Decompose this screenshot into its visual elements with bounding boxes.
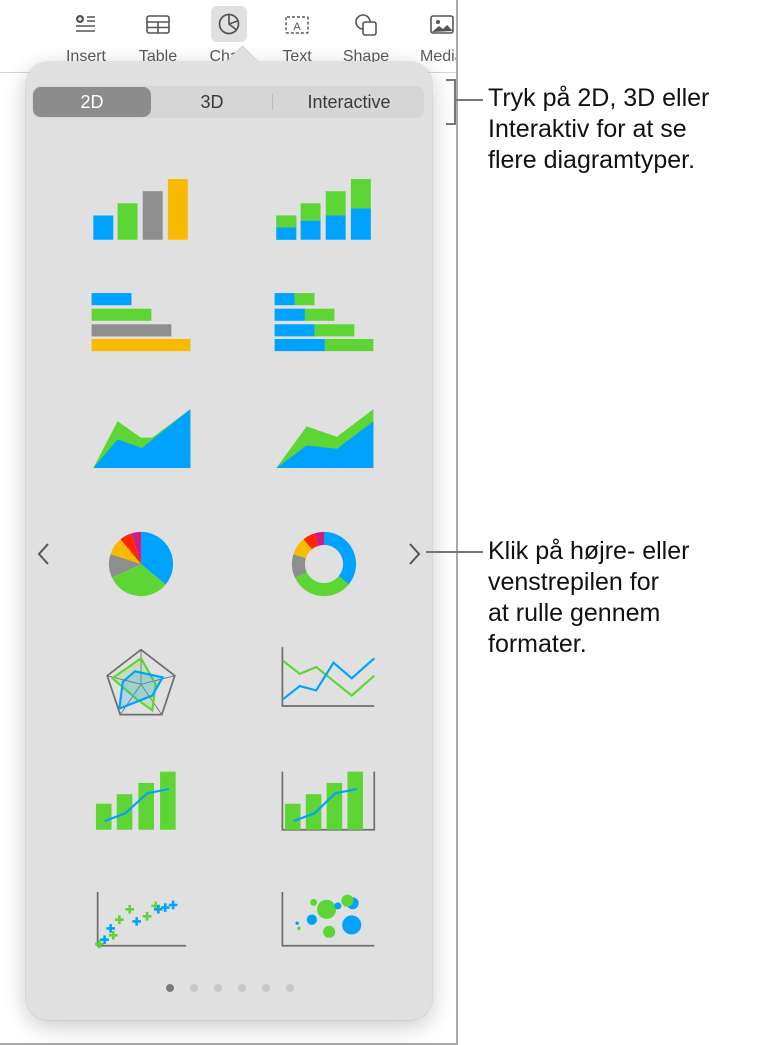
tab-interactive[interactable]: Interactive (274, 86, 424, 118)
column-chart-option[interactable] (76, 162, 206, 262)
shape-icon (348, 10, 384, 40)
radar-chart-option[interactable] (76, 630, 206, 730)
two-axis-chart-option[interactable] (259, 752, 389, 852)
toolbar-text-button[interactable]: A Text (265, 0, 329, 70)
toolbar-media-button[interactable]: Media (412, 0, 456, 70)
scatter-chart-icon (95, 892, 187, 949)
mixed-chart-icon (95, 771, 176, 830)
media-icon (424, 10, 456, 40)
table-icon (140, 10, 176, 40)
stacked-bar-chart-option[interactable] (259, 276, 389, 376)
bubble-chart-icon (281, 892, 375, 947)
mixed-chart-option[interactable] (76, 752, 206, 852)
callout-arrows-line: formater. (488, 630, 587, 658)
chevron-right-icon[interactable] (402, 538, 426, 570)
pie-chart-icon (108, 531, 174, 597)
scatter-chart-option[interactable] (76, 868, 206, 968)
line-chart-icon (281, 647, 375, 707)
donut-chart-icon (291, 531, 357, 597)
callout-bracket (446, 79, 456, 125)
chart-picker-popover: 2D 3D Interactive (26, 45, 432, 1020)
area-chart-icon (93, 409, 191, 468)
toolbar-table-button[interactable]: Table (126, 0, 190, 70)
pie-chart-option[interactable] (76, 514, 206, 614)
segment-separator (272, 94, 273, 110)
bar-chart-option[interactable] (76, 276, 206, 376)
callout-leader-line (426, 551, 483, 553)
toolbar-insert-button[interactable]: Insert (54, 0, 118, 70)
toolbar-shape-button[interactable]: Shape (334, 0, 398, 70)
stacked-column-chart-option[interactable] (259, 162, 389, 262)
callout-tabs-line: Interaktiv for at se (488, 115, 687, 143)
radar-chart-icon (106, 648, 176, 716)
page-dot[interactable] (166, 984, 174, 992)
chart-dimension-segmented-control: 2D 3D Interactive (32, 86, 424, 118)
page-dot[interactable] (238, 984, 246, 992)
page-dot[interactable] (262, 984, 270, 992)
area-chart-option[interactable] (76, 392, 206, 492)
callout-arrows-line: venstrepilen for (488, 568, 659, 596)
tab-2d[interactable]: 2D (33, 87, 151, 117)
page-dot[interactable] (190, 984, 198, 992)
callout-arrows-line: Klik på højre- eller (488, 537, 690, 565)
tab-3d[interactable]: 3D (154, 86, 270, 118)
pie-chart-icon (211, 6, 247, 42)
stacked-column-chart-icon (276, 179, 371, 240)
text-box-icon: A (279, 10, 315, 40)
column-chart-icon (93, 179, 188, 240)
line-chart-option[interactable] (259, 630, 389, 730)
bar-chart-icon (91, 293, 191, 352)
callout-tabs-line: Tryk på 2D, 3D eller (488, 84, 710, 112)
callout-arrows: Klik på højre- eller venstrepilen for at… (488, 536, 689, 660)
bubble-chart-option[interactable] (259, 868, 389, 968)
two-axis-chart-icon (281, 771, 376, 831)
svg-text:A: A (293, 21, 301, 33)
donut-chart-option[interactable] (259, 514, 389, 614)
callout-leader-line (455, 99, 483, 101)
stacked-area-chart-option[interactable] (259, 392, 389, 492)
page-dot[interactable] (286, 984, 294, 992)
chevron-left-icon[interactable] (32, 538, 56, 570)
insert-list-icon (68, 10, 104, 40)
stacked-area-chart-icon (276, 409, 374, 468)
callout-tabs-line: flere diagramtyper. (488, 146, 696, 174)
page-dot[interactable] (214, 984, 222, 992)
callout-arrows-line: at rulle gennem (488, 599, 661, 627)
callout-tabs: Tryk på 2D, 3D eller Interaktiv for at s… (488, 83, 709, 176)
stacked-bar-chart-icon (274, 293, 374, 352)
